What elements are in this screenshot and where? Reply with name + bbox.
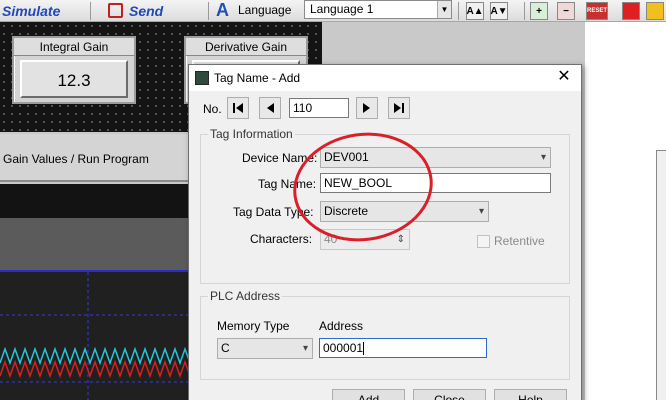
nav-breadcrumb[interactable]: Gain Values / Run Program bbox=[3, 152, 149, 166]
device-name-label: Device Name: bbox=[242, 151, 318, 165]
integral-gain-value[interactable]: 12.3 bbox=[20, 60, 128, 98]
tag-data-type-select[interactable]: Discrete ▾ bbox=[320, 201, 489, 222]
dark-strip bbox=[0, 184, 190, 218]
tag-name-add-dialog: Tag Name - Add ✕ No. 110 Tag Information… bbox=[188, 64, 582, 400]
address-value: 000001 bbox=[323, 341, 364, 355]
background-window-edge bbox=[656, 150, 666, 400]
toolbar-separator bbox=[90, 2, 91, 20]
text-cursor bbox=[363, 342, 365, 356]
memory-type-label: Memory Type bbox=[217, 319, 290, 333]
tag-information-title: Tag Information bbox=[208, 127, 295, 141]
dialog-title: Tag Name - Add bbox=[214, 71, 301, 85]
characters-spinner[interactable]: 40 ⇕ bbox=[320, 229, 410, 250]
tag-data-type-value: Discrete bbox=[324, 204, 369, 218]
memory-type-value: C bbox=[221, 341, 230, 355]
toolbar-separator bbox=[524, 2, 525, 20]
trend-chart bbox=[0, 270, 191, 400]
last-record-button[interactable] bbox=[388, 97, 410, 119]
language-select[interactable]: Language 1 ▼ bbox=[304, 0, 452, 19]
simulate-button[interactable]: Simulate bbox=[2, 0, 60, 21]
integral-gain-box[interactable]: Integral Gain 12.3 bbox=[12, 36, 136, 104]
first-icon bbox=[233, 103, 243, 113]
integral-gain-title: Integral Gain bbox=[14, 38, 134, 56]
address-input[interactable]: 000001 bbox=[319, 338, 487, 358]
yellow-color-icon[interactable] bbox=[646, 2, 664, 20]
font-decrease-icon[interactable]: A▼ bbox=[490, 2, 508, 20]
next-icon bbox=[363, 103, 370, 113]
close-button[interactable]: Close bbox=[413, 389, 486, 400]
derivative-gain-title: Derivative Gain bbox=[186, 38, 306, 56]
add-screen-icon[interactable]: + bbox=[530, 2, 548, 20]
toolbar: Simulate Send A Language Language 1 ▼ A▲… bbox=[0, 0, 666, 22]
spinner-arrows-icon: ⇕ bbox=[396, 234, 405, 245]
previous-record-button[interactable] bbox=[259, 97, 281, 119]
trend-line-red bbox=[0, 359, 191, 379]
add-button[interactable]: Add bbox=[332, 389, 405, 400]
record-number-input[interactable]: 110 bbox=[289, 98, 349, 118]
next-record-button[interactable] bbox=[356, 97, 378, 119]
no-label: No. bbox=[203, 102, 222, 116]
reset-label: RESET bbox=[587, 8, 608, 14]
memory-type-select[interactable]: C ▾ bbox=[217, 338, 313, 359]
retentive-label: Retentive bbox=[494, 234, 545, 248]
language-value: Language 1 bbox=[310, 2, 374, 16]
chevron-down-icon: ▾ bbox=[540, 152, 546, 163]
retentive-checkbox[interactable]: Retentive bbox=[477, 234, 545, 248]
tag-name-label: Tag Name: bbox=[258, 177, 317, 191]
tag-data-type-label: Tag Data Type: bbox=[233, 205, 314, 219]
toolbar-separator bbox=[208, 2, 209, 20]
dialog-titlebar[interactable]: Tag Name - Add ✕ bbox=[189, 65, 581, 91]
first-record-button[interactable] bbox=[227, 97, 249, 119]
tag-name-input[interactable]: NEW_BOOL bbox=[320, 173, 551, 193]
last-icon bbox=[394, 103, 404, 113]
screen-nav-bar[interactable]: Gain Values / Run Program bbox=[0, 134, 190, 182]
chevron-down-icon: ▼ bbox=[437, 1, 451, 18]
app-icon bbox=[195, 71, 209, 85]
workspace-background bbox=[585, 22, 666, 400]
language-icon: A bbox=[216, 0, 229, 20]
simulate-label: Simulate bbox=[2, 2, 61, 19]
remove-screen-icon[interactable]: − bbox=[557, 2, 575, 20]
send-button[interactable]: Send bbox=[108, 0, 163, 21]
font-increase-icon[interactable]: A▲ bbox=[466, 2, 484, 20]
previous-icon bbox=[267, 103, 274, 113]
gray-panel bbox=[0, 218, 190, 270]
toolbar-separator bbox=[458, 2, 459, 20]
close-icon[interactable]: ✕ bbox=[555, 67, 573, 87]
plc-address-title: PLC Address bbox=[208, 289, 283, 303]
send-icon bbox=[108, 3, 123, 18]
red-color-icon[interactable] bbox=[622, 2, 640, 20]
device-name-select[interactable]: DEV001 ▾ bbox=[320, 147, 551, 168]
address-label: Address bbox=[319, 319, 364, 333]
trend-plot bbox=[0, 272, 191, 400]
help-button[interactable]: Help bbox=[494, 389, 567, 400]
chevron-down-icon: ▾ bbox=[302, 343, 308, 354]
chevron-down-icon: ▾ bbox=[478, 206, 484, 217]
language-label: Language bbox=[238, 3, 292, 17]
checkbox-box bbox=[477, 234, 490, 248]
send-label: Send bbox=[129, 2, 164, 19]
reset-button[interactable]: RESET bbox=[586, 2, 608, 20]
characters-value: 40 bbox=[324, 232, 338, 246]
characters-label: Characters: bbox=[250, 232, 313, 246]
device-name-value: DEV001 bbox=[324, 150, 369, 164]
